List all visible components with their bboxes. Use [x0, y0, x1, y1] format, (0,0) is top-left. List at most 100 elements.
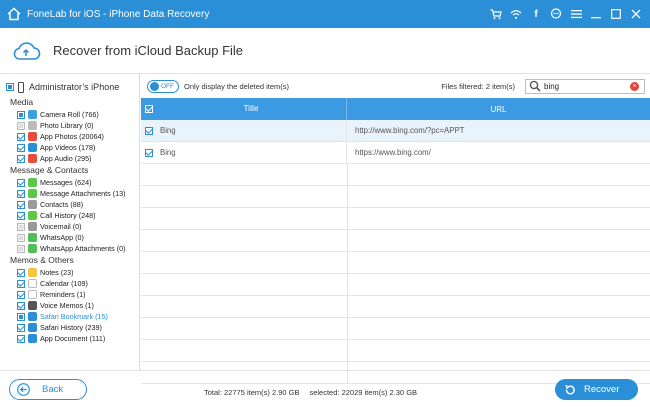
recover-button[interactable]: Recover [555, 379, 638, 400]
sidebar-item[interactable]: Reminders (1) [0, 289, 139, 300]
window-tools: f [490, 8, 650, 20]
sidebar-item-checkbox[interactable] [17, 279, 25, 288]
safari-history-icon [28, 323, 37, 332]
empty-row [141, 274, 650, 296]
cart-icon[interactable] [490, 8, 502, 20]
empty-row [141, 230, 650, 252]
home-icon[interactable] [7, 7, 21, 21]
sidebar-item[interactable]: Voicemail (0) [0, 221, 139, 232]
search-input[interactable] [544, 81, 630, 91]
sidebar-item[interactable]: Safari Bookmark (15) [0, 311, 139, 322]
empty-row [141, 208, 650, 230]
toggle-state-label: OFF [161, 82, 174, 90]
sidebar-item-label: Voicemail (0) [40, 222, 82, 231]
sidebar-item-label: Photo Library (0) [40, 121, 94, 130]
sidebar-item[interactable]: App Audio (295) [0, 153, 139, 164]
sidebar-item[interactable]: Message Attachments (13) [0, 188, 139, 199]
messages-icon [28, 178, 37, 187]
totals-text: Total: 22775 item(s) 2.90 GB selected: 22… [204, 388, 417, 397]
footer-bar: Back Total: 22775 item(s) 2.90 GB selecte… [0, 370, 650, 407]
safari-bookmark-icon [28, 312, 37, 321]
device-name: Administrator’s iPhone [29, 82, 120, 92]
title-bar: FoneLab for iOS - iPhone Data Recovery f [0, 0, 650, 28]
total-summary: Total: 22775 item(s) 2.90 GB [204, 388, 300, 397]
menu-icon[interactable] [570, 8, 582, 20]
sidebar-item[interactable]: Call History (248) [0, 210, 139, 221]
empty-row [141, 318, 650, 340]
sidebar-item-checkbox[interactable] [17, 334, 25, 343]
sidebar-item-checkbox [17, 233, 25, 242]
cell-title: Bing [156, 119, 347, 142]
cloud-upload-icon [13, 41, 41, 60]
recover-label: Recover [584, 384, 620, 395]
row-checkbox[interactable] [144, 126, 153, 135]
sidebar-item-checkbox[interactable] [17, 323, 25, 332]
call-history-icon [28, 211, 37, 220]
clear-search-icon[interactable]: × [630, 81, 639, 91]
sidebar-item[interactable]: Photo Library (0) [0, 120, 139, 131]
sidebar-item[interactable]: Notes (23) [0, 267, 139, 278]
search-box[interactable]: × [525, 78, 645, 94]
sidebar-item[interactable]: App Document (111) [0, 333, 139, 344]
close-icon[interactable] [630, 8, 642, 20]
sidebar-section-title: Memos & Others [10, 255, 74, 265]
sidebar-item-label: App Audio (295) [40, 154, 92, 163]
page-header: Recover from iCloud Backup File [0, 28, 650, 74]
sidebar-item-label: Safari History (239) [40, 323, 102, 332]
sidebar-item[interactable]: WhatsApp (0) [0, 232, 139, 243]
results-table: Title URL Bing http://www.bing.com/?pc=AP… [141, 98, 650, 384]
sidebar-item-checkbox[interactable] [17, 178, 25, 187]
device-row[interactable]: Administrator’s iPhone [0, 78, 139, 96]
sidebar-item[interactable]: Safari History (239) [0, 322, 139, 333]
column-header-url[interactable]: URL [347, 105, 650, 114]
sidebar-item-label: Reminders (1) [40, 290, 86, 299]
select-all-checkbox[interactable] [144, 105, 153, 113]
sidebar-item-checkbox[interactable] [17, 132, 25, 141]
sidebar-item-checkbox[interactable] [17, 200, 25, 209]
sidebar-item[interactable]: Camera Roll (766) [0, 109, 139, 120]
facebook-icon[interactable]: f [530, 8, 542, 20]
camera-roll-icon [28, 110, 37, 119]
sidebar-item-checkbox[interactable] [17, 143, 25, 152]
sidebar-item[interactable]: Calendar (109) [0, 278, 139, 289]
sidebar-item-checkbox [17, 222, 25, 231]
sidebar-item[interactable]: Voice Memos (1) [0, 300, 139, 311]
sidebar-item-label: App Videos (178) [40, 143, 96, 152]
sidebar-item-checkbox[interactable] [17, 189, 25, 198]
sidebar-item-label: Camera Roll (766) [40, 110, 99, 119]
sidebar-item-checkbox[interactable] [17, 154, 25, 163]
sidebar-item-checkbox[interactable] [17, 110, 25, 119]
back-button[interactable]: Back [9, 379, 87, 400]
sidebar-item[interactable]: Messages (624) [0, 177, 139, 188]
app-photos-icon [28, 132, 37, 141]
sidebar-item-checkbox[interactable] [17, 312, 25, 321]
selected-summary: selected: 22029 item(s) 2.30 GB [309, 388, 418, 397]
app-document-icon [28, 334, 37, 343]
filter-toolbar: OFF Only display the deleted item(s) Fil… [141, 74, 650, 98]
arrow-left-icon [17, 383, 30, 396]
toggle-knob [150, 81, 159, 91]
deleted-only-toggle[interactable]: OFF [147, 79, 179, 93]
maximize-icon[interactable] [610, 8, 622, 20]
minimize-icon[interactable] [590, 8, 602, 20]
chat-icon[interactable] [550, 8, 562, 20]
sidebar-item[interactable]: WhatsApp Attachments (0) [0, 243, 139, 254]
device-checkbox[interactable] [6, 83, 14, 91]
deleted-only-label: Only display the deleted item(s) [184, 81, 290, 91]
sidebar-item-checkbox[interactable] [17, 301, 25, 310]
sidebar-item-label: Contacts (88) [40, 200, 84, 209]
cell-url: http://www.bing.com/?pc=APPT [355, 126, 465, 135]
sidebar-item-checkbox[interactable] [17, 211, 25, 220]
sidebar-item[interactable]: App Photos (20064) [0, 131, 139, 142]
sidebar-item[interactable]: App Videos (178) [0, 142, 139, 153]
empty-row [141, 296, 650, 318]
row-checkbox[interactable] [144, 148, 153, 157]
sidebar-item[interactable]: Contacts (88) [0, 199, 139, 210]
sidebar-item-checkbox[interactable] [17, 268, 25, 277]
table-row[interactable]: Bing https://www.bing.com/ [141, 141, 650, 164]
wifi-icon[interactable] [510, 8, 522, 20]
table-row[interactable]: Bing http://www.bing.com/?pc=APPT [141, 119, 650, 142]
column-header-title[interactable]: Title [156, 98, 347, 120]
reminders-icon [28, 290, 37, 299]
sidebar-item-checkbox[interactable] [17, 290, 25, 299]
